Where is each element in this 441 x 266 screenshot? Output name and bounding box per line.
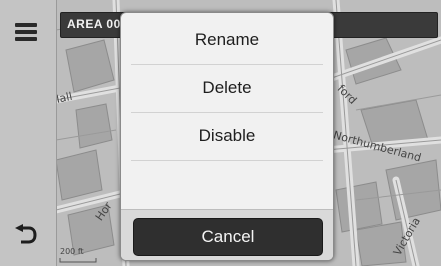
back-button[interactable] bbox=[4, 212, 48, 256]
divider bbox=[131, 160, 323, 161]
rename-option[interactable]: Rename bbox=[131, 17, 323, 63]
options-dialog: Rename Delete Disable Cancel bbox=[120, 12, 334, 261]
back-arrow-icon bbox=[15, 224, 37, 244]
left-button-rail bbox=[0, 0, 57, 266]
area-name: AREA 00 bbox=[67, 17, 121, 31]
nav-screen: Mall Hor Victoria Northumberland ford 20… bbox=[0, 0, 441, 266]
map-scale-label: 200 ft bbox=[60, 247, 84, 256]
disable-option[interactable]: Disable bbox=[131, 113, 323, 159]
menu-icon bbox=[15, 23, 37, 41]
menu-button[interactable] bbox=[4, 10, 48, 54]
delete-option[interactable]: Delete bbox=[131, 65, 323, 111]
cancel-button[interactable]: Cancel bbox=[133, 218, 323, 256]
